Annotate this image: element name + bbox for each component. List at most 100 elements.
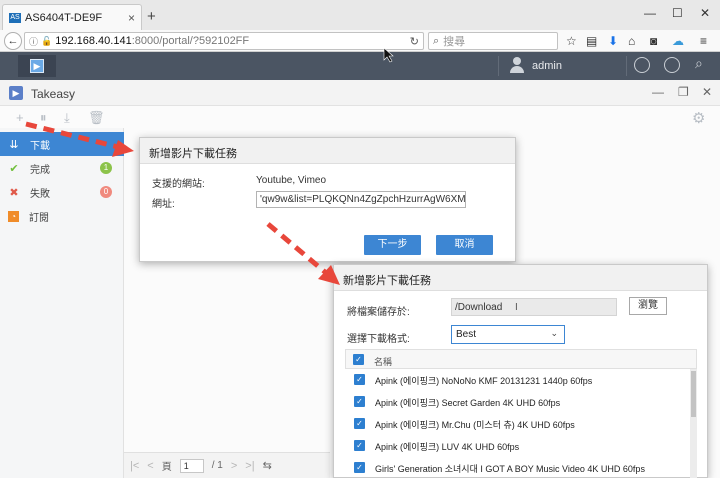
prev-page-icon[interactable]: < bbox=[147, 460, 153, 472]
extension-icon[interactable]: ☁ bbox=[672, 34, 684, 48]
browser-tab[interactable]: AS AS6404T-DE9F × bbox=[2, 4, 142, 30]
save-path-input[interactable]: /Download I bbox=[451, 298, 617, 316]
takeasy-app-icon: ▶ bbox=[30, 59, 44, 73]
insecure-lock-icon: 🔓 bbox=[41, 35, 53, 46]
menu-icon[interactable]: ≡ bbox=[700, 34, 707, 48]
user-icon[interactable] bbox=[510, 57, 524, 73]
item-checkbox[interactable]: ✓ bbox=[354, 396, 365, 407]
maximize-icon[interactable]: ☐ bbox=[672, 6, 683, 20]
reload-icon[interactable]: ↻ bbox=[410, 35, 419, 48]
cancel-button[interactable]: 取消 bbox=[436, 235, 493, 255]
new-tab-icon[interactable]: + bbox=[147, 8, 156, 25]
dialog-title: 新增影片下載任務 bbox=[140, 138, 515, 164]
reading-list-icon[interactable]: ▤ bbox=[586, 34, 597, 48]
format-label: 選擇下載格式: bbox=[347, 334, 410, 345]
check-icon: ✔ bbox=[9, 162, 19, 175]
browser-nav-bar: ← ⓘ 🔓 192.168.40.141 :8000/portal/?59210… bbox=[0, 30, 720, 52]
text-cursor-icon: I bbox=[515, 302, 518, 313]
save-location-label: 將檔案儲存於: bbox=[347, 307, 410, 318]
search-input[interactable]: ⌕ 搜尋 bbox=[428, 32, 558, 50]
url-host: 192.168.40.141 bbox=[55, 35, 132, 47]
performance-icon[interactable] bbox=[664, 57, 680, 73]
app-title-bar: ▶ Takeasy — ❐ ✕ bbox=[0, 80, 720, 106]
format-select[interactable]: Best ⌄ bbox=[451, 325, 565, 344]
pocket-icon[interactable]: ◙ bbox=[650, 34, 657, 48]
url-path: :8000/portal/?592102FF bbox=[131, 35, 250, 47]
tab-close-icon[interactable]: × bbox=[128, 11, 135, 25]
sidebar-item-subscriptions[interactable]: ◔ 訂閱 bbox=[0, 204, 124, 228]
sidebar-item-label: 訂閱 bbox=[29, 212, 49, 224]
list-item-title: Apink (에이핑크) NoNoNo KMF 20131231 1440p 6… bbox=[375, 376, 593, 386]
item-checkbox[interactable]: ✓ bbox=[354, 462, 365, 473]
refresh-icon[interactable]: ⇆ bbox=[263, 459, 272, 472]
sidebar-item-downloading[interactable]: ⇊ 下載 bbox=[0, 132, 124, 156]
app-title: Takeasy bbox=[31, 87, 76, 101]
sidebar: ⇊ 下載 ✔ 完成 1 ✖ 失敗 0 ◔ 訂閱 bbox=[0, 128, 124, 478]
page-total: / 1 bbox=[211, 460, 223, 471]
list-item[interactable]: ✓ Apink (에이핑크) LUV 4K UHD 60fps bbox=[345, 435, 690, 457]
tab-title: AS6404T-DE9F bbox=[25, 11, 103, 24]
item-checkbox[interactable]: ✓ bbox=[354, 440, 365, 451]
search-placeholder: 搜尋 bbox=[443, 36, 466, 48]
list-item-title: Apink (에이핑크) LUV 4K UHD 60fps bbox=[375, 442, 520, 452]
sidebar-item-label: 下載 bbox=[30, 140, 50, 152]
sidebar-item-completed[interactable]: ✔ 完成 1 bbox=[0, 156, 124, 180]
takeasy-logo-icon: ▶ bbox=[9, 86, 23, 100]
notification-icon[interactable] bbox=[634, 57, 650, 73]
sidebar-item-label: 失敗 bbox=[30, 188, 50, 200]
save-path-value: /Download bbox=[455, 302, 503, 313]
back-icon[interactable]: ← bbox=[4, 32, 22, 50]
url-bar[interactable]: ⓘ 🔓 192.168.40.141 :8000/portal/?592102F… bbox=[24, 32, 424, 50]
minimize-icon[interactable]: — bbox=[644, 6, 656, 20]
next-button[interactable]: 下一步 bbox=[364, 235, 421, 255]
download-list-icon: ⇊ bbox=[9, 138, 19, 151]
search-icon: ⌕ bbox=[433, 34, 440, 47]
list-scrollbar[interactable] bbox=[690, 369, 697, 478]
tab-favicon-icon: AS bbox=[9, 12, 21, 23]
url-input[interactable]: 'qw9w&list=PLQKQNn4ZgZpchHzurrAgW6XMTros… bbox=[256, 191, 466, 208]
browser-tab-bar: AS AS6404T-DE9F × + — ☐ ✕ bbox=[0, 0, 720, 30]
header-divider bbox=[626, 56, 627, 76]
format-select-value: Best bbox=[456, 329, 477, 340]
failed-count-badge: 0 bbox=[100, 186, 112, 198]
close-window-icon[interactable]: ✕ bbox=[700, 6, 710, 20]
supported-sites-label: 支援的網站: bbox=[152, 179, 205, 190]
list-item-title: Apink (에이핑크) Mr.Chu (미스터 츄) 4K UHD 60fps bbox=[375, 420, 575, 430]
list-item[interactable]: ✓ Apink (에이핑크) NoNoNo KMF 20131231 1440p… bbox=[345, 369, 690, 391]
window-close-icon[interactable]: ✕ bbox=[702, 85, 712, 99]
item-checkbox[interactable]: ✓ bbox=[354, 374, 365, 385]
download-icon[interactable]: ⤓ bbox=[64, 110, 70, 126]
sidebar-item-failed[interactable]: ✖ 失敗 0 bbox=[0, 180, 124, 204]
scrollbar-thumb[interactable] bbox=[691, 371, 696, 417]
add-video-dialog-url: 新增影片下載任務 支援的網站: Youtube, Vimeo 網址: 'qw9w… bbox=[139, 137, 516, 262]
select-all-checkbox[interactable]: ✓ bbox=[353, 354, 364, 365]
column-name: 名稱 bbox=[374, 357, 393, 367]
list-item-title: Apink (에이핑크) Secret Garden 4K UHD 60fps bbox=[375, 398, 561, 408]
pause-icon[interactable]: ⏸ bbox=[40, 110, 47, 126]
window-minimize-icon[interactable]: — bbox=[652, 85, 664, 99]
bookmark-star-icon[interactable]: ☆ bbox=[566, 34, 577, 48]
item-checkbox[interactable]: ✓ bbox=[354, 418, 365, 429]
window-restore-icon[interactable]: ❐ bbox=[678, 85, 689, 99]
list-item[interactable]: ✓ Girls' Generation 소녀시대 I GOT A BOY Mus… bbox=[345, 457, 690, 478]
info-icon[interactable]: ⓘ bbox=[29, 35, 38, 48]
last-page-icon[interactable]: >| bbox=[245, 460, 254, 472]
search-icon[interactable]: ⌕ bbox=[695, 55, 711, 71]
page-number-input[interactable]: 1 bbox=[179, 458, 204, 473]
settings-gear-icon[interactable]: ⚙ bbox=[692, 109, 705, 127]
list-item[interactable]: ✓ Apink (에이핑크) Mr.Chu (미스터 츄) 4K UHD 60f… bbox=[345, 413, 690, 435]
trash-icon[interactable]: 🗑 bbox=[88, 110, 105, 126]
downloads-icon[interactable]: ⬇ bbox=[608, 34, 618, 48]
first-page-icon[interactable]: |< bbox=[130, 460, 139, 472]
takeasy-taskbar-button[interactable]: ▶ bbox=[18, 55, 56, 77]
next-page-icon[interactable]: > bbox=[231, 460, 237, 472]
add-icon[interactable]: + bbox=[16, 110, 24, 125]
home-icon[interactable]: ⌂ bbox=[628, 34, 635, 48]
username[interactable]: admin bbox=[532, 60, 562, 72]
header-divider bbox=[498, 56, 499, 76]
browse-button[interactable]: 瀏覽 bbox=[629, 297, 667, 315]
adm-header: ▶ admin ⌕ bbox=[0, 52, 720, 80]
list-item[interactable]: ✓ Apink (에이핑크) Secret Garden 4K UHD 60fp… bbox=[345, 391, 690, 413]
x-icon: ✖ bbox=[9, 186, 19, 199]
rss-icon: ◔ bbox=[8, 210, 19, 222]
